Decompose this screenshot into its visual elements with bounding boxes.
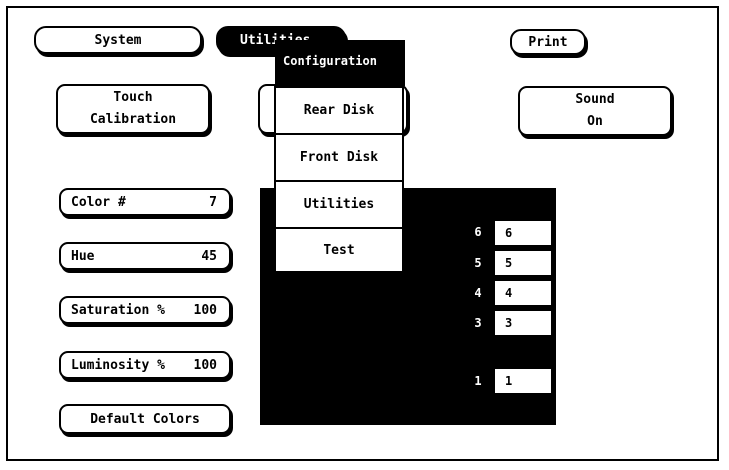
luminosity-field[interactable]: Luminosity % 100 bbox=[59, 351, 231, 379]
saturation-label: Saturation % bbox=[71, 302, 165, 318]
default-colors-button[interactable]: Default Colors bbox=[59, 404, 231, 434]
color-slot-3-label: 3 bbox=[474, 316, 482, 330]
color-slot-5[interactable]: 5 bbox=[494, 250, 552, 276]
color-slot-5-value: 5 bbox=[505, 256, 513, 270]
color-slot-4-value: 4 bbox=[505, 286, 513, 300]
hue-value: 45 bbox=[201, 248, 217, 264]
touch-calibration-button[interactable]: Touch Calibration bbox=[56, 84, 210, 134]
menu-item-utilities[interactable]: Utilities bbox=[276, 182, 402, 229]
touch-calibration-line2: Calibration bbox=[89, 112, 177, 127]
color-slot-3-value: 3 bbox=[505, 316, 513, 330]
luminosity-label: Luminosity % bbox=[71, 357, 165, 373]
menu-item-rear-disk[interactable]: Rear Disk bbox=[276, 88, 402, 135]
touch-calibration-line1: Touch bbox=[113, 90, 153, 105]
color-slot-6-label: 6 bbox=[474, 225, 482, 239]
color-slot-4-label: 4 bbox=[474, 286, 482, 300]
color-number-field[interactable]: Color # 7 bbox=[59, 188, 231, 216]
color-slot-1-label: 1 bbox=[474, 374, 482, 388]
sound-line1: Sound bbox=[575, 92, 615, 107]
color-slot-4[interactable]: 4 bbox=[494, 280, 552, 306]
luminosity-value: 100 bbox=[193, 357, 217, 373]
color-number-label: Color # bbox=[71, 194, 126, 210]
hue-field[interactable]: Hue 45 bbox=[59, 242, 231, 270]
configuration-menu: Rear Disk Front Disk Utilities Test bbox=[274, 86, 404, 273]
default-colors-label: Default Colors bbox=[90, 411, 200, 427]
color-slot-5-label: 5 bbox=[474, 256, 482, 270]
menu-item-test[interactable]: Test bbox=[276, 229, 402, 271]
color-slot-3[interactable]: 3 bbox=[494, 310, 552, 336]
saturation-value: 100 bbox=[193, 302, 217, 318]
hue-label: Hue bbox=[71, 248, 95, 264]
sound-button[interactable]: Sound On bbox=[518, 86, 672, 136]
color-slot-6-value: 6 bbox=[505, 226, 513, 240]
print-button[interactable]: Print bbox=[510, 29, 586, 55]
color-slot-6[interactable]: 6 bbox=[494, 220, 552, 246]
menu-item-front-disk[interactable]: Front Disk bbox=[276, 135, 402, 182]
sound-line2: On bbox=[587, 114, 603, 129]
menu-title: Configuration bbox=[275, 40, 405, 86]
color-slot-1-value: 1 bbox=[505, 374, 513, 388]
color-number-value: 7 bbox=[209, 194, 217, 210]
system-button-label: System bbox=[94, 32, 142, 48]
print-button-label: Print bbox=[528, 34, 568, 50]
color-slot-1[interactable]: 1 bbox=[494, 368, 552, 394]
saturation-field[interactable]: Saturation % 100 bbox=[59, 296, 231, 324]
system-button[interactable]: System bbox=[34, 26, 202, 54]
